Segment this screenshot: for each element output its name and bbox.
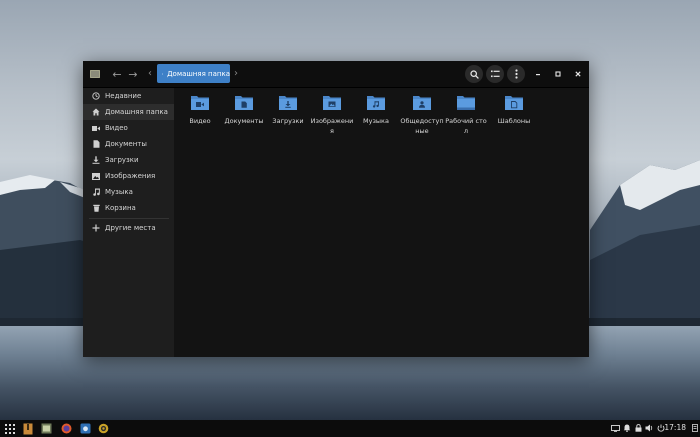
image-icon bbox=[91, 171, 101, 181]
folder-item[interactable]: Документы bbox=[222, 90, 266, 142]
search-button[interactable] bbox=[465, 65, 483, 83]
public-folder-icon bbox=[413, 96, 431, 110]
desktop-folder-icon bbox=[457, 96, 475, 110]
minimize-icon bbox=[536, 74, 540, 76]
file-manager-icon bbox=[87, 66, 103, 82]
folder-item[interactable]: Видео bbox=[178, 90, 222, 142]
list-view-icon bbox=[490, 70, 500, 78]
video-folder-icon bbox=[191, 96, 209, 110]
downloads-folder-icon bbox=[279, 96, 297, 110]
minimize-button[interactable] bbox=[531, 67, 545, 81]
sidebar-item-downloads[interactable]: Загрузки bbox=[83, 152, 174, 168]
bell-icon[interactable] bbox=[622, 423, 632, 433]
sidebar-item-pictures[interactable]: Изображения bbox=[83, 168, 174, 184]
settings-app-button[interactable] bbox=[97, 422, 110, 435]
folder-item[interactable]: Общедоступные bbox=[400, 90, 444, 142]
sidebar: Недавние Домашняя папка Видео Документы … bbox=[83, 88, 174, 357]
sidebar-item-label: Другие места bbox=[105, 224, 156, 232]
arrow-left-icon[interactable]: ← bbox=[109, 66, 125, 82]
file-manager-window: ← → ‹ Домашняя папка › Недавние Домашняя… bbox=[83, 61, 589, 357]
screen-icon[interactable] bbox=[610, 423, 620, 433]
folder-label: Документы bbox=[224, 117, 264, 125]
download-icon bbox=[91, 155, 101, 165]
path-home-button[interactable]: Домашняя папка bbox=[157, 64, 230, 83]
camera-icon bbox=[80, 423, 91, 434]
home-icon bbox=[162, 73, 164, 74]
taskbar: 17:18 bbox=[0, 420, 700, 437]
folder-label: Общедоступные bbox=[400, 117, 444, 135]
kebab-menu-icon bbox=[514, 69, 518, 79]
folder-item[interactable]: Шаблоны bbox=[492, 90, 536, 142]
app-grid-button[interactable] bbox=[3, 422, 16, 435]
sidebar-item-recent[interactable]: Недавние bbox=[83, 88, 174, 104]
path-scroll-right[interactable]: › bbox=[232, 64, 240, 83]
close-button[interactable] bbox=[571, 67, 585, 81]
plus-icon bbox=[91, 223, 101, 233]
lock-icon[interactable] bbox=[633, 423, 643, 433]
path-scroll-left[interactable]: ‹ bbox=[145, 64, 155, 83]
folder-label: Изображения bbox=[310, 117, 354, 135]
gear-icon bbox=[98, 423, 109, 434]
sidebar-item-label: Музыка bbox=[105, 188, 133, 196]
sidebar-item-label: Недавние bbox=[105, 92, 142, 100]
menu-button[interactable] bbox=[507, 65, 525, 83]
screenshot-app-button[interactable] bbox=[79, 422, 92, 435]
pictures-folder-icon bbox=[323, 96, 341, 110]
arrow-right-icon[interactable]: → bbox=[125, 66, 141, 82]
file-manager-taskbar-button[interactable] bbox=[40, 422, 53, 435]
sidebar-item-label: Корзина bbox=[105, 204, 136, 212]
sidebar-item-label: Видео bbox=[105, 124, 128, 132]
file-manager-icon bbox=[41, 423, 52, 434]
maximize-icon bbox=[555, 71, 561, 77]
sidebar-item-music[interactable]: Музыка bbox=[83, 184, 174, 200]
recent-icon bbox=[91, 91, 101, 101]
folder-view: Видео Документы Загрузки Изображения Муз… bbox=[174, 88, 589, 357]
sidebar-item-other-locations[interactable]: Другие места bbox=[83, 220, 174, 236]
view-toggle-button[interactable] bbox=[486, 65, 504, 83]
sidebar-separator bbox=[89, 218, 169, 219]
folder-item[interactable]: Загрузки bbox=[266, 90, 310, 142]
document-icon bbox=[91, 139, 101, 149]
trash-icon bbox=[91, 203, 101, 213]
documents-folder-icon bbox=[235, 96, 253, 110]
firefox-button[interactable] bbox=[60, 422, 73, 435]
folder-item[interactable]: Музыка bbox=[354, 90, 398, 142]
sidebar-item-documents[interactable]: Документы bbox=[83, 136, 174, 152]
archive-app-button[interactable] bbox=[21, 422, 34, 435]
sidebar-item-home[interactable]: Домашняя папка bbox=[83, 104, 174, 120]
headerbar: ← → ‹ Домашняя папка › bbox=[83, 61, 589, 88]
maximize-button[interactable] bbox=[551, 67, 565, 81]
templates-folder-icon bbox=[505, 96, 523, 110]
sidebar-item-label: Домашняя папка bbox=[105, 108, 168, 116]
sidebar-item-label: Изображения bbox=[105, 172, 156, 180]
menu-edge-icon[interactable] bbox=[690, 423, 700, 433]
folder-item[interactable]: Изображения bbox=[310, 90, 354, 142]
sidebar-item-trash[interactable]: Корзина bbox=[83, 200, 174, 216]
folder-label: Рабочий стол bbox=[445, 117, 487, 135]
sidebar-item-label: Документы bbox=[105, 140, 147, 148]
volume-icon[interactable] bbox=[644, 423, 654, 433]
folder-item[interactable]: Рабочий стол bbox=[444, 90, 488, 142]
music-icon bbox=[91, 187, 101, 197]
close-icon bbox=[575, 71, 581, 77]
path-home-label: Домашняя папка bbox=[167, 69, 230, 78]
home-icon bbox=[91, 107, 101, 117]
sidebar-item-video[interactable]: Видео bbox=[83, 120, 174, 136]
sidebar-item-label: Загрузки bbox=[105, 156, 139, 164]
video-icon bbox=[91, 123, 101, 133]
folder-label: Загрузки bbox=[272, 117, 304, 125]
search-icon bbox=[469, 69, 479, 79]
folder-label: Видео bbox=[189, 117, 211, 125]
music-folder-icon bbox=[367, 96, 385, 110]
folder-label: Шаблоны bbox=[497, 117, 531, 125]
clock[interactable]: 17:18 bbox=[664, 423, 686, 432]
app-grid-icon bbox=[4, 423, 15, 434]
folder-label: Музыка bbox=[363, 117, 389, 125]
firefox-icon bbox=[61, 423, 72, 434]
archive-icon bbox=[23, 423, 32, 434]
